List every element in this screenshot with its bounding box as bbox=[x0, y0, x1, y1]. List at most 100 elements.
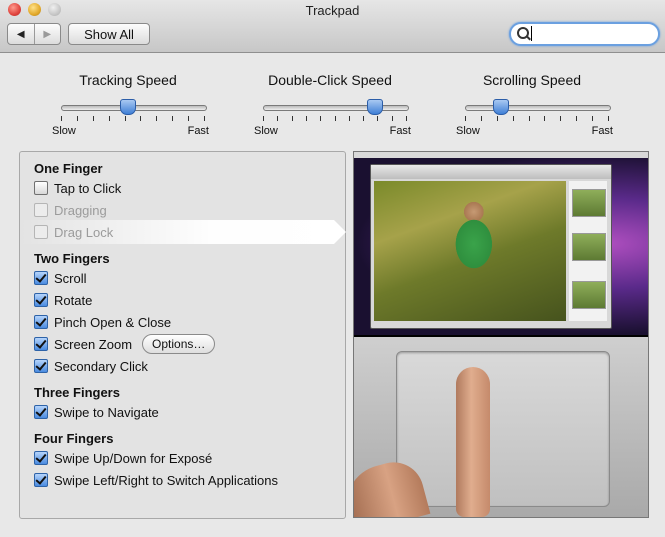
option-label: Swipe to Navigate bbox=[54, 404, 159, 420]
slider-tick bbox=[263, 116, 264, 121]
four-fingers-heading: Four Fingers bbox=[34, 430, 114, 446]
preview-thumbnail bbox=[572, 281, 606, 309]
drag-lock-checkbox bbox=[34, 225, 48, 239]
slider-tick bbox=[363, 116, 365, 121]
swipe-apps-option[interactable]: Swipe Left/Right to Switch Applications bbox=[34, 471, 278, 489]
slider-tick bbox=[61, 116, 62, 121]
finger bbox=[456, 367, 490, 517]
slider-track[interactable] bbox=[263, 105, 409, 111]
slider-tick bbox=[172, 116, 174, 121]
option-label: Secondary Click bbox=[54, 358, 148, 374]
tap-to-click-checkbox[interactable] bbox=[34, 181, 48, 195]
slider-tick bbox=[528, 116, 530, 121]
slider-ticks bbox=[61, 116, 205, 122]
slider-tick bbox=[320, 116, 322, 121]
pinch-option[interactable]: Pinch Open & Close bbox=[34, 313, 171, 331]
trackpad-surface bbox=[396, 351, 610, 507]
preview-thumbnail bbox=[572, 189, 606, 217]
slider-label: Scrolling Speed bbox=[482, 72, 582, 88]
slider-label: Double-Click Speed bbox=[268, 72, 392, 88]
slider-tick bbox=[465, 116, 466, 121]
dragging-checkbox bbox=[34, 203, 48, 217]
preview-thumbnail bbox=[572, 233, 606, 261]
option-label: Tap to Click bbox=[54, 180, 122, 196]
preview-window-titlebar bbox=[371, 165, 611, 179]
option-label: Pinch Open & Close bbox=[54, 314, 172, 330]
scrolling-speed-slider: Scrolling Speed Slow Fast bbox=[456, 72, 613, 142]
rotate-checkbox[interactable] bbox=[34, 293, 48, 307]
option-label: Rotate bbox=[54, 292, 93, 308]
slider-tick bbox=[140, 116, 142, 121]
slider-thumb[interactable] bbox=[492, 99, 509, 115]
slider-tick bbox=[76, 116, 78, 121]
slider-tick bbox=[496, 116, 498, 121]
magnifier-icon bbox=[517, 27, 529, 39]
slider-min-label: Slow bbox=[254, 125, 278, 137]
tracking-speed-slider: Tracking Speed Slow Fast bbox=[52, 72, 209, 142]
scroll-option[interactable]: Scroll bbox=[34, 269, 87, 287]
slider-tick bbox=[348, 116, 350, 121]
slider-tick bbox=[156, 116, 158, 121]
swipe-apps-checkbox[interactable] bbox=[34, 473, 48, 487]
search-field[interactable] bbox=[509, 22, 660, 46]
show-all-button[interactable]: Show All bbox=[68, 23, 150, 45]
slider-max-label: Fast bbox=[591, 125, 613, 137]
slider-tick bbox=[544, 116, 546, 121]
slider-tick bbox=[108, 116, 110, 121]
slider-tick bbox=[204, 116, 205, 121]
slider-tick bbox=[608, 116, 609, 121]
swipe-expose-checkbox[interactable] bbox=[34, 451, 48, 465]
option-label: Dragging bbox=[54, 202, 107, 218]
slider-tick bbox=[277, 116, 279, 121]
preview-menubar bbox=[354, 152, 648, 158]
slider-tick bbox=[391, 116, 393, 121]
slider-tick bbox=[124, 116, 126, 121]
nav-back-forward: ◀ ▶ bbox=[7, 23, 61, 45]
option-label: Swipe Up/Down for Exposé bbox=[54, 450, 213, 466]
forward-button[interactable]: ▶ bbox=[33, 24, 61, 44]
swipe-expose-option[interactable]: Swipe Up/Down for Exposé bbox=[34, 449, 212, 467]
dragging-option: Dragging bbox=[34, 201, 107, 219]
back-arrow-icon: ◀ bbox=[16, 28, 25, 40]
secondary-click-checkbox[interactable] bbox=[34, 359, 48, 373]
back-button[interactable]: ◀ bbox=[8, 24, 34, 44]
swipe-navigate-checkbox[interactable] bbox=[34, 405, 48, 419]
drag-lock-option: Drag Lock bbox=[34, 223, 113, 241]
slider-tick bbox=[92, 116, 94, 121]
tap-to-click-option[interactable]: Tap to Click bbox=[34, 179, 121, 197]
gesture-preview-video bbox=[353, 151, 649, 518]
gesture-options-panel: One Finger Tap to Click Dragging Drag Lo… bbox=[19, 151, 346, 519]
slider-tick bbox=[291, 116, 293, 121]
slider-max-label: Fast bbox=[389, 125, 411, 137]
swipe-navigate-option[interactable]: Swipe to Navigate bbox=[34, 403, 159, 421]
window-toolbar: Trackpad ◀ ▶ Show All bbox=[0, 0, 665, 53]
slider-ticks bbox=[263, 116, 407, 122]
option-label: Drag Lock bbox=[54, 224, 114, 240]
slider-tick bbox=[592, 116, 594, 121]
pinch-checkbox[interactable] bbox=[34, 315, 48, 329]
option-label: Scroll bbox=[54, 270, 87, 286]
slider-thumb[interactable] bbox=[120, 99, 137, 115]
slider-tick bbox=[334, 116, 336, 121]
screen-zoom-options-button[interactable]: Options… bbox=[142, 334, 216, 354]
slider-thumb[interactable] bbox=[366, 99, 383, 115]
slider-min-label: Slow bbox=[456, 125, 480, 137]
one-finger-heading: One Finger bbox=[34, 160, 103, 176]
slider-tick bbox=[406, 116, 407, 121]
scroll-checkbox[interactable] bbox=[34, 271, 48, 285]
search-input[interactable] bbox=[535, 24, 650, 42]
preview-app-window bbox=[370, 164, 612, 329]
rotate-option[interactable]: Rotate bbox=[34, 291, 92, 309]
secondary-click-option[interactable]: Secondary Click bbox=[34, 357, 148, 375]
screen-zoom-option[interactable]: Screen Zoom Options… bbox=[34, 334, 216, 354]
slider-tick bbox=[576, 116, 578, 121]
screen-zoom-checkbox[interactable] bbox=[34, 337, 48, 351]
slider-tick bbox=[512, 116, 514, 121]
preview-thumbnails bbox=[569, 181, 607, 321]
slider-tick bbox=[305, 116, 307, 121]
slider-track[interactable] bbox=[465, 105, 611, 111]
preview-screen bbox=[354, 152, 648, 335]
slider-label: Tracking Speed bbox=[79, 72, 177, 88]
slider-tick bbox=[377, 116, 379, 121]
text-caret bbox=[531, 26, 532, 41]
